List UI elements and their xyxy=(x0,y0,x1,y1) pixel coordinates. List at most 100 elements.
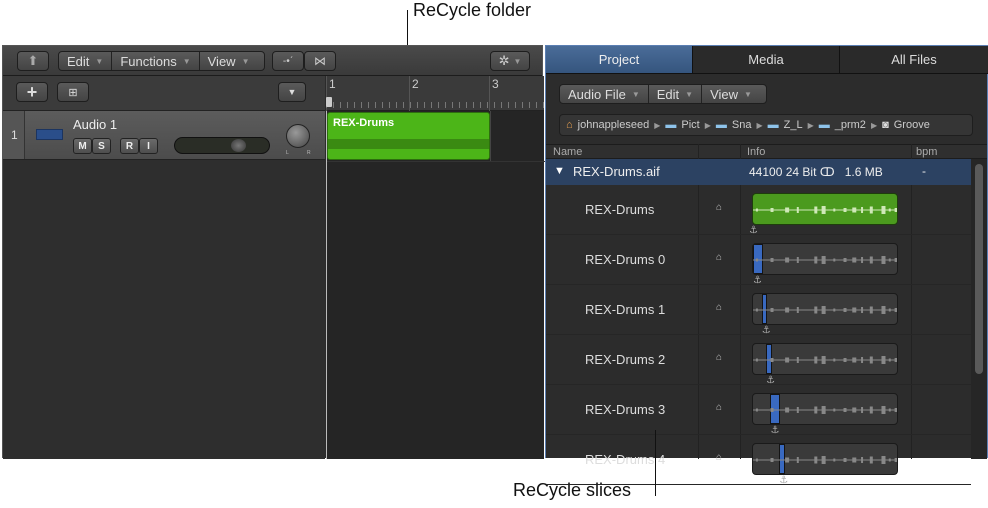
scrollbar-thumb[interactable] xyxy=(975,164,983,374)
file-row[interactable]: ▼ REX-Drums.aif 44100 24 Bit ↀ 1.6 MB - xyxy=(546,159,971,185)
path-item[interactable]: Z_L xyxy=(784,119,803,131)
slice-row[interactable]: REX-Drums 1 ⌂ ⚓︎ xyxy=(546,285,971,336)
functions-menu[interactable]: Functions ▼ xyxy=(112,52,200,70)
folder-icon: ▬ xyxy=(818,119,830,131)
waveform-peak xyxy=(755,408,758,412)
browser-edit-menu[interactable]: Edit ▼ xyxy=(649,85,703,103)
add-track-button[interactable]: + xyxy=(16,82,48,102)
waveform-peak xyxy=(881,456,886,464)
region-name: REX-Drums xyxy=(333,117,395,129)
path-item[interactable]: Groove xyxy=(894,119,930,131)
add-folder-button[interactable]: ⊞ xyxy=(57,82,89,102)
volume-slider[interactable] xyxy=(174,137,270,154)
track-header-bar: + ⊞ ▼ xyxy=(3,76,325,111)
slice-row[interactable]: REX-Drums 3 ⌂ ⚓︎ xyxy=(546,385,971,436)
waveform-peak xyxy=(869,406,873,414)
chevron-down-icon: ▼ xyxy=(95,56,104,66)
path-item[interactable]: johnappleseed xyxy=(578,119,650,131)
waveform-peak xyxy=(796,257,799,263)
waveform-peak xyxy=(894,208,897,212)
track-number: 1 xyxy=(11,128,18,142)
up-arrow-icon: ⬆ xyxy=(27,53,39,68)
region-rex-drums[interactable]: REX-Drums xyxy=(327,112,490,160)
column-bpm[interactable]: bpm xyxy=(916,146,937,159)
waveform-peak xyxy=(821,206,826,214)
waveform-peak xyxy=(833,408,836,412)
lock-icon[interactable]: ⌂ xyxy=(716,302,722,313)
tab-all-files[interactable]: All Files xyxy=(840,46,988,74)
slice-row[interactable]: REX-Drums 4 ⌂ ⚓︎ xyxy=(546,435,971,486)
slice-waveform[interactable] xyxy=(752,193,898,225)
waveform-peak xyxy=(796,457,799,463)
back-button[interactable]: ⬆ xyxy=(17,51,49,71)
sample-rate: 44100 xyxy=(749,165,783,179)
settings-button[interactable]: ✲ ▼ xyxy=(490,51,530,71)
waveform-peak xyxy=(833,208,836,212)
waveform-peak xyxy=(785,207,790,213)
lock-icon[interactable]: ⌂ xyxy=(716,202,722,213)
slice-name: REX-Drums 4 xyxy=(585,452,666,467)
lock-icon[interactable]: ⌂ xyxy=(716,352,722,363)
anchor-icon[interactable]: ⚓︎ xyxy=(779,475,788,486)
waveform-peak xyxy=(852,357,857,363)
slice-waveform[interactable] xyxy=(752,243,898,275)
pan-knob[interactable] xyxy=(286,124,310,148)
waveform-peak xyxy=(888,208,891,212)
file-bpm: - xyxy=(922,164,926,178)
waveform xyxy=(753,356,897,364)
slice-waveform[interactable] xyxy=(752,443,898,475)
slice-waveform[interactable] xyxy=(752,343,898,375)
automation-icon: -•ˊ xyxy=(282,55,294,67)
scrollbar[interactable] xyxy=(971,159,987,459)
audio-track-icon xyxy=(36,129,63,140)
waveform-peak xyxy=(869,206,873,214)
lock-icon[interactable]: ⌂ xyxy=(716,252,722,263)
waveform-peak xyxy=(852,257,857,263)
stereo-icon: ↀ xyxy=(819,165,835,179)
slice-row[interactable]: REX-Drums 0 ⌂ ⚓︎ xyxy=(546,235,971,286)
column-info[interactable]: Info xyxy=(747,146,765,159)
slice-name: REX-Drums 2 xyxy=(585,352,666,367)
tab-project[interactable]: Project xyxy=(546,46,693,74)
track-row[interactable]: 1 Audio 1 M S R I L R xyxy=(3,111,325,160)
ruler-bar-3: 3 xyxy=(492,77,499,91)
path-item[interactable]: _prm2 xyxy=(835,119,866,131)
solo-button[interactable]: S xyxy=(92,138,111,154)
lock-icon[interactable]: ⌂ xyxy=(716,402,722,413)
slice-row[interactable]: REX-Drums 2 ⌂ ⚓︎ xyxy=(546,335,971,386)
browser-view-menu[interactable]: View ▼ xyxy=(702,85,760,103)
path-arrow-icon: ▶ xyxy=(870,120,878,130)
slice-waveform[interactable] xyxy=(752,393,898,425)
disclosure-triangle-icon[interactable]: ▼ xyxy=(554,165,565,177)
column-name[interactable]: Name xyxy=(553,146,582,159)
path-item[interactable]: Sna xyxy=(732,119,752,131)
volume-slider-thumb[interactable] xyxy=(231,139,247,152)
waveform-peak xyxy=(861,407,864,413)
arrange-area[interactable]: REX-Drums xyxy=(326,111,545,459)
audio-file-menu[interactable]: Audio File ▼ xyxy=(560,85,649,103)
path-item[interactable]: Pict xyxy=(681,119,699,131)
bit-depth: 24 Bit xyxy=(785,165,817,179)
slice-row[interactable]: REX-Drums ⌂ ⚓︎ xyxy=(546,185,971,236)
waveform-peak xyxy=(869,256,873,264)
input-monitor-button[interactable]: I xyxy=(139,138,158,154)
automation-button[interactable]: -•ˊ xyxy=(272,51,304,71)
view-label: View xyxy=(710,86,739,102)
waveform-peak xyxy=(833,458,836,462)
mute-button[interactable]: M xyxy=(73,138,92,154)
ruler[interactable]: 1 2 3 xyxy=(326,76,544,111)
edit-menu[interactable]: Edit ▼ xyxy=(59,52,113,70)
view-menu[interactable]: View ▼ xyxy=(200,52,258,70)
flex-button[interactable]: ⋈ xyxy=(304,51,336,71)
folder-icon: ▬ xyxy=(767,119,779,131)
tab-media[interactable]: Media xyxy=(693,46,840,74)
slice-name: REX-Drums 3 xyxy=(585,402,666,417)
lock-icon[interactable]: ⌂ xyxy=(716,452,722,463)
playhead-marker[interactable] xyxy=(326,97,332,107)
waveform xyxy=(753,306,897,314)
folder-icon: ▬ xyxy=(715,119,727,131)
record-button[interactable]: R xyxy=(120,138,139,154)
track-name[interactable]: Audio 1 xyxy=(73,117,117,132)
slice-waveform[interactable] xyxy=(752,293,898,325)
global-tracks-button[interactable]: ▼ xyxy=(278,82,306,102)
